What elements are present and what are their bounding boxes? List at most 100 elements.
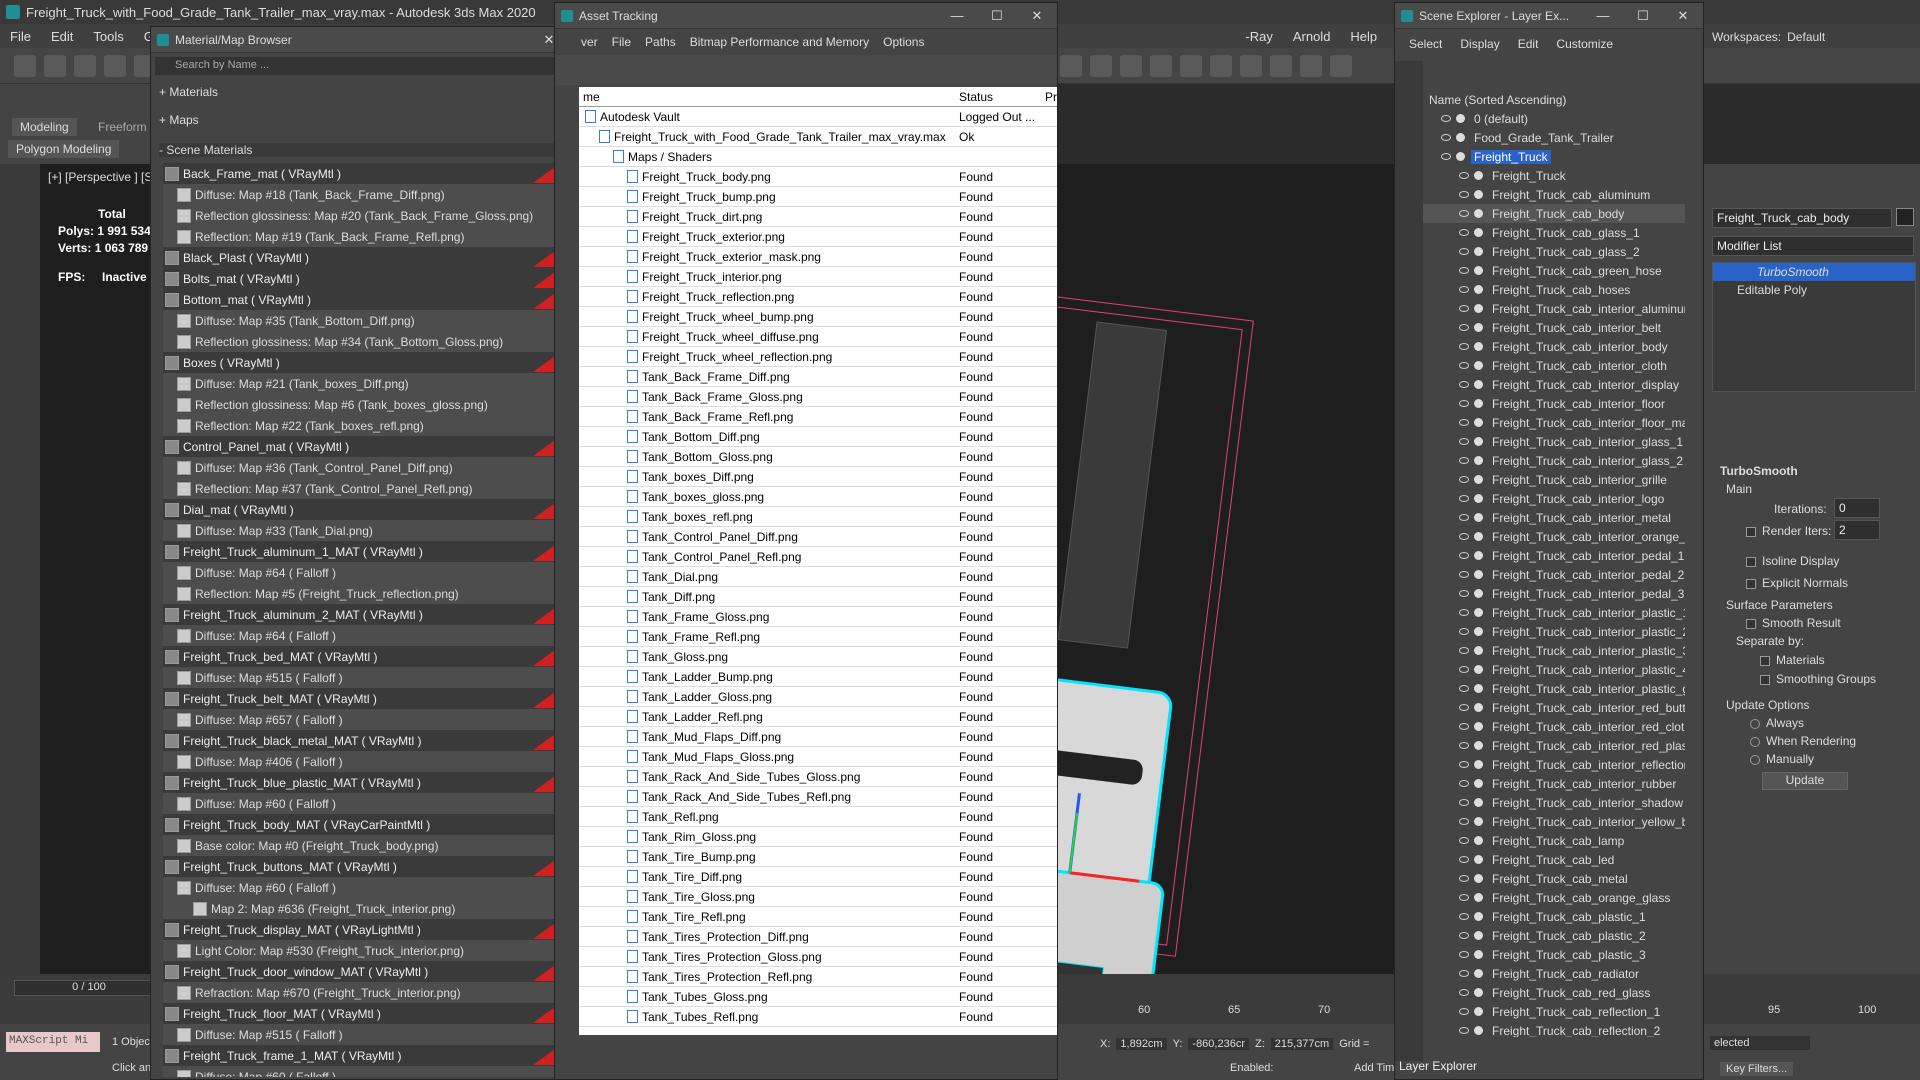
object-item[interactable]: Freight_Truck_cab_metal (1423, 869, 1685, 888)
menu-item[interactable]: -Ray (1235, 29, 1282, 44)
object-color-swatch[interactable] (1896, 208, 1914, 226)
object-item[interactable]: Freight_Truck_cab_interior_red_button (1423, 698, 1685, 717)
asset-row[interactable]: Tank_Back_Frame_Gloss.png Found (579, 387, 1057, 407)
material-item[interactable]: Freight_Truck_frame_1_MAT ( VRayMtl ) (163, 1045, 559, 1066)
asset-row[interactable]: Tank_boxes_refl.png Found (579, 507, 1057, 527)
key-filters-button[interactable]: Key Filters... (1720, 1062, 1794, 1076)
visibility-eye-icon[interactable] (1459, 343, 1469, 350)
when-rendering-radio[interactable] (1750, 736, 1760, 747)
key-set-dropdown[interactable]: elected (1710, 1036, 1810, 1050)
object-item[interactable]: Freight_Truck_cab_aluminum (1423, 185, 1685, 204)
asset-row[interactable]: Freight_Truck_wheel_diffuse.png Found (579, 327, 1057, 347)
object-item[interactable]: Freight_Truck_cab_interior_pedal_3 (1423, 584, 1685, 603)
asset-row[interactable]: Tank_Tires_Protection_Gloss.png Found (579, 947, 1057, 967)
map-item[interactable]: Base color: Map #0 (Freight_Truck_body.p… (163, 835, 559, 856)
asset-row[interactable]: Tank_Tires_Protection_Diff.png Found (579, 927, 1057, 947)
freeze-dot-icon[interactable] (1474, 418, 1483, 427)
scene-materials-group[interactable]: - Scene Materials (159, 143, 563, 157)
visibility-eye-icon[interactable] (1459, 324, 1469, 331)
material-item[interactable]: Freight_Truck_door_window_MAT ( VRayMtl … (163, 961, 559, 982)
visibility-eye-icon[interactable] (1459, 609, 1469, 616)
toolbar-tool-icon[interactable] (1240, 55, 1262, 77)
freeze-dot-icon[interactable] (1474, 171, 1483, 180)
visibility-eye-icon[interactable] (1441, 134, 1451, 141)
asset-row[interactable]: Tank_Frame_Refl.png Found (579, 627, 1057, 647)
object-item[interactable]: Freight_Truck_cab_led (1423, 850, 1685, 869)
toolbar-tool-icon[interactable] (1300, 55, 1322, 77)
object-item[interactable]: Freight_Truck_cab_glass_2 (1423, 242, 1685, 261)
freeze-dot-icon[interactable] (1474, 817, 1483, 826)
update-button[interactable]: Update (1762, 772, 1848, 790)
material-item[interactable]: Freight_Truck_body_MAT ( VRayCarPaintMtl… (163, 814, 559, 835)
asset-row[interactable]: Freight_Truck_reflection.png Found (579, 287, 1057, 307)
freeze-dot-icon[interactable] (1474, 247, 1483, 256)
maps-group[interactable]: + Maps (159, 113, 199, 127)
freeze-dot-icon[interactable] (1474, 361, 1483, 370)
freeze-dot-icon[interactable] (1474, 513, 1483, 522)
maxscript-listener[interactable]: MAXScript Mi (6, 1032, 100, 1052)
freeze-dot-icon[interactable] (1474, 646, 1483, 655)
object-item[interactable]: Freight_Truck_cab_interior_cloth (1423, 356, 1685, 375)
asset-row[interactable]: Tank_Bottom_Diff.png Found (579, 427, 1057, 447)
visibility-eye-icon[interactable] (1459, 533, 1469, 540)
object-item[interactable]: Freight_Truck_cab_interior_floor_mats (1423, 413, 1685, 432)
at-menu-item[interactable]: Paths (645, 35, 676, 49)
freeze-dot-icon[interactable] (1474, 456, 1483, 465)
menu-item[interactable]: Edit (41, 29, 83, 44)
freeze-dot-icon[interactable] (1474, 836, 1483, 845)
visibility-eye-icon[interactable] (1459, 685, 1469, 692)
freeze-dot-icon[interactable] (1474, 950, 1483, 959)
map-item[interactable]: Diffuse: Map #60 ( Falloff ) (163, 877, 559, 898)
explicit-normals-checkbox[interactable] (1746, 578, 1756, 589)
visibility-eye-icon[interactable] (1459, 229, 1469, 236)
map-item[interactable]: Diffuse: Map #515 ( Falloff ) (163, 1024, 559, 1045)
map-item[interactable]: Diffuse: Map #515 ( Falloff ) (163, 667, 559, 688)
asset-row[interactable]: Maps / Shaders (579, 147, 1057, 167)
tab-freeform[interactable]: Freeform (90, 118, 155, 136)
object-item[interactable]: Freight_Truck_cab_hoses (1423, 280, 1685, 299)
toolbar-tool-icon[interactable] (1060, 55, 1082, 77)
asset-row[interactable]: Tank_Tire_Gloss.png Found (579, 887, 1057, 907)
map-item[interactable]: Diffuse: Map #36 (Tank_Control_Panel_Dif… (163, 457, 559, 478)
object-item[interactable]: Freight_Truck_cab_green_hose (1423, 261, 1685, 280)
asset-row[interactable]: Tank_boxes_gloss.png Found (579, 487, 1057, 507)
freeze-dot-icon[interactable] (1474, 893, 1483, 902)
object-item[interactable]: Freight_Truck_cab_interior_plastic_gloss (1423, 679, 1685, 698)
asset-row[interactable]: Tank_Tire_Bump.png Found (579, 847, 1057, 867)
freeze-dot-icon[interactable] (1474, 741, 1483, 750)
stack-item-editable-poly[interactable]: Editable Poly (1713, 281, 1915, 299)
se-menu-item[interactable]: Select (1409, 37, 1442, 51)
visibility-eye-icon[interactable] (1459, 495, 1469, 502)
menu-item[interactable]: Arnold (1283, 29, 1341, 44)
map-item[interactable]: Diffuse: Map #21 (Tank_boxes_Diff.png) (163, 373, 559, 394)
material-item[interactable]: Freight_Truck_floor_MAT ( VRayMtl ) (163, 1003, 559, 1024)
freeze-dot-icon[interactable] (1474, 342, 1483, 351)
freeze-dot-icon[interactable] (1474, 608, 1483, 617)
map-item[interactable]: Reflection glossiness: Map #20 (Tank_Bac… (163, 205, 559, 226)
visibility-eye-icon[interactable] (1459, 514, 1469, 521)
object-name-field[interactable]: Freight_Truck_cab_body (1712, 208, 1892, 228)
map-item[interactable]: Diffuse: Map #60 ( Falloff ) (163, 1066, 559, 1077)
freeze-dot-icon[interactable] (1474, 323, 1483, 332)
se-title-bar[interactable]: Scene Explorer - Layer Ex... — ☐ ✕ (1395, 3, 1703, 29)
asset-row[interactable]: Tank_Rim_Gloss.png Found (579, 827, 1057, 847)
object-item[interactable]: Freight_Truck_cab_interior_pedal_1 (1423, 546, 1685, 565)
object-item[interactable]: Freight_Truck_cab_red_glass (1423, 983, 1685, 1002)
freeze-dot-icon[interactable] (1474, 570, 1483, 579)
object-item[interactable]: Freight_Truck_cab_interior_logo (1423, 489, 1685, 508)
add-time-tag[interactable]: Add Tim (1354, 1062, 1394, 1074)
freeze-dot-icon[interactable] (1474, 209, 1483, 218)
asset-row[interactable]: Tank_Tubes_Refl.png Found (579, 1007, 1057, 1027)
asset-row[interactable]: Freight_Truck_exterior.png Found (579, 227, 1057, 247)
visibility-eye-icon[interactable] (1459, 666, 1469, 673)
material-item[interactable]: Boxes ( VRayMtl ) (163, 352, 559, 373)
close-icon[interactable]: ✕ (1663, 8, 1703, 24)
visibility-eye-icon[interactable] (1459, 267, 1469, 274)
minimize-icon[interactable]: — (1583, 8, 1623, 24)
x-field[interactable]: 1,892cm (1116, 1038, 1167, 1050)
materials-group[interactable]: + Materials (159, 85, 218, 99)
object-item[interactable]: Freight_Truck_cab_interior_glass_2 (1423, 451, 1685, 470)
col-proxy[interactable]: Pr (1045, 90, 1057, 104)
freeze-dot-icon[interactable] (1474, 266, 1483, 275)
toolbar-tool-icon[interactable] (44, 55, 66, 77)
